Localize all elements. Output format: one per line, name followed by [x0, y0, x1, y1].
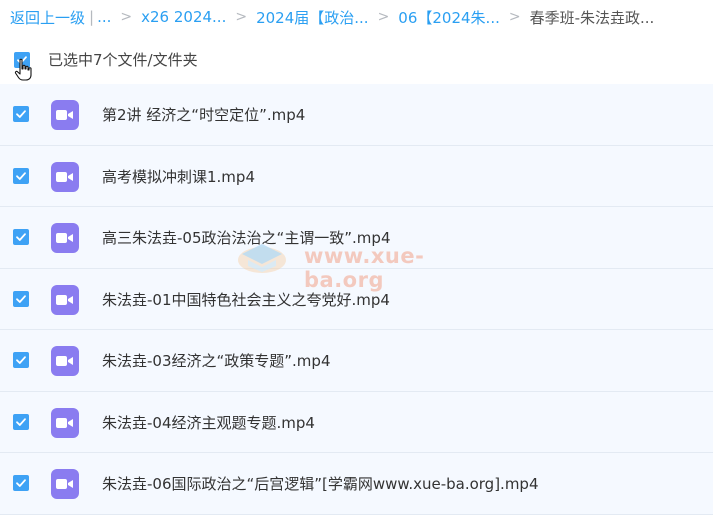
file-row[interactable]: 朱法垚-01中国特色社会主义之夸党好.mp4 — [0, 268, 713, 330]
file-checkbox[interactable] — [13, 413, 29, 430]
file-checkbox[interactable] — [13, 352, 29, 368]
chevron-right-icon: > — [235, 9, 248, 25]
checkmark-icon — [16, 171, 26, 180]
breadcrumb-divider: | — [89, 8, 95, 26]
file-name[interactable]: 朱法垚-04经济主观题专题.mp4 — [102, 412, 315, 433]
file-row[interactable]: 第2讲 经济之“时空定位”.mp4 — [0, 84, 713, 146]
file-checkbox[interactable] — [13, 475, 29, 491]
video-file-icon — [51, 284, 79, 315]
back-link[interactable]: 返回上一级 — [10, 7, 85, 28]
hand-cursor-icon — [14, 58, 32, 81]
breadcrumb-item[interactable]: 06【2024朱... — [398, 7, 500, 28]
checkmark-icon — [16, 110, 26, 118]
selection-count-text: 已选中7个文件/文件夹 — [48, 51, 198, 69]
breadcrumb-current: 春季班-朱法垚政... — [529, 8, 655, 27]
video-file-icon — [51, 223, 79, 253]
file-checkbox[interactable] — [13, 229, 29, 245]
checkmark-icon — [16, 479, 26, 487]
file-checkbox[interactable] — [13, 106, 29, 122]
file-name[interactable]: 朱法垚-03经济之“政策专题”.mp4 — [102, 350, 331, 371]
chevron-right-icon: > — [377, 9, 390, 25]
file-name[interactable]: 第2讲 经济之“时空定位”.mp4 — [102, 104, 305, 125]
breadcrumb-item[interactable]: 2024届【政治... — [256, 7, 368, 28]
breadcrumb: 返回上一级 | ... > x26 2024... > 2024届【政治... … — [10, 6, 713, 28]
file-name[interactable]: 朱法垚-01中国特色社会主义之夸党好.mp4 — [102, 289, 390, 310]
video-file-icon — [51, 407, 79, 438]
breadcrumb-item[interactable]: x26 2024... — [141, 8, 226, 26]
file-row[interactable]: 高考模拟冲刺课1.mp4 — [0, 145, 713, 207]
file-list: 第2讲 经济之“时空定位”.mp4 高考模拟冲刺课1.mp4 高三朱法垚-05政… — [0, 84, 713, 515]
video-file-icon — [51, 469, 79, 499]
video-file-icon — [51, 346, 79, 376]
video-file-icon — [51, 100, 79, 130]
breadcrumb-ellipsis-link[interactable]: ... — [97, 8, 111, 26]
selection-header: 已选中7个文件/文件夹 — [0, 44, 713, 81]
file-name[interactable]: 高三朱法垚-05政治法治之“主谓一致”.mp4 — [102, 227, 391, 248]
file-name[interactable]: 朱法垚-06国际政治之“后宫逻辑”[学霸网www.xue-ba.org].mp4 — [102, 473, 539, 494]
chevron-right-icon: > — [120, 9, 133, 25]
chevron-right-icon: > — [508, 9, 521, 25]
file-row[interactable]: 朱法垚-06国际政治之“后宫逻辑”[学霸网www.xue-ba.org].mp4 — [0, 453, 713, 515]
file-row[interactable]: 高三朱法垚-05政治法治之“主谓一致”.mp4 — [0, 207, 713, 269]
checkmark-icon — [16, 356, 26, 364]
file-checkbox[interactable] — [13, 290, 29, 307]
checkmark-icon — [16, 294, 26, 303]
file-row[interactable]: 朱法垚-03经济之“政策专题”.mp4 — [0, 330, 713, 392]
checkmark-icon — [16, 417, 26, 426]
file-checkbox[interactable] — [13, 167, 29, 184]
file-row[interactable]: 朱法垚-04经济主观题专题.mp4 — [0, 391, 713, 453]
checkmark-icon — [16, 233, 26, 241]
file-name[interactable]: 高考模拟冲刺课1.mp4 — [102, 166, 255, 187]
video-file-icon — [51, 161, 79, 192]
